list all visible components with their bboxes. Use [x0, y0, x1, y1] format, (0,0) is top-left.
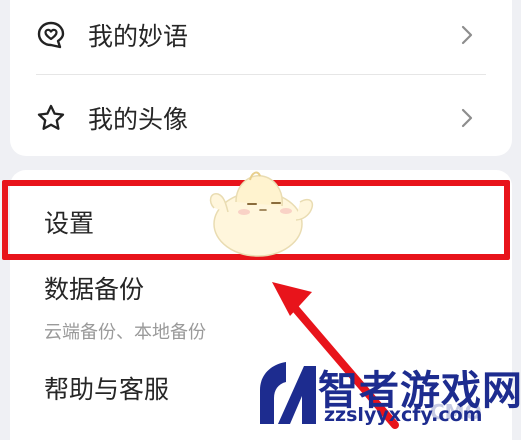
- watermark-logo-icon: [260, 362, 316, 424]
- watermark-url-ghost: CMO: [430, 400, 482, 424]
